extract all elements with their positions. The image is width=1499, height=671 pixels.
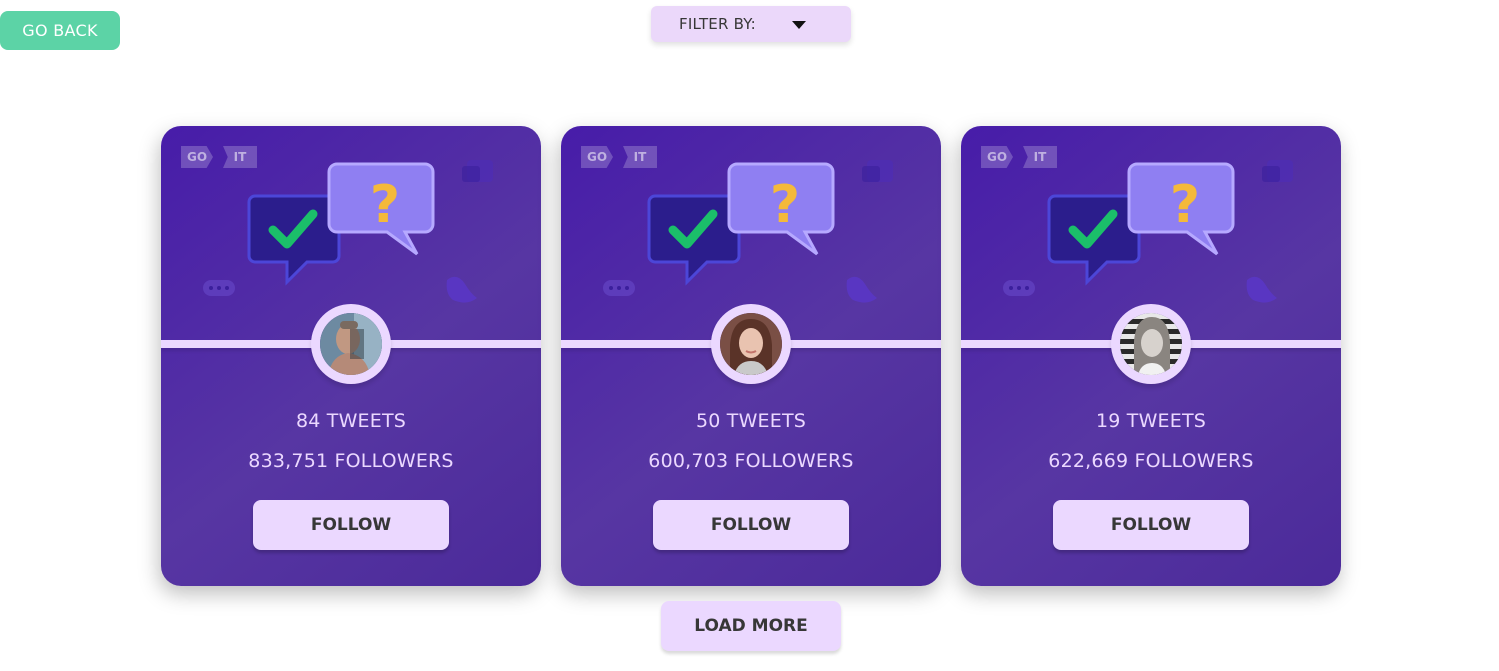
svg-text:?: ?: [1170, 175, 1200, 235]
user-card: GO IT ?: [561, 126, 941, 586]
load-more-button[interactable]: LOAD MORE: [661, 601, 841, 651]
svg-text:?: ?: [370, 175, 400, 235]
filter-dropdown[interactable]: FILTER BY:: [651, 6, 851, 42]
page: GO BACK FILTER BY: GO IT ? 84 TWEETS 833…: [0, 0, 1499, 671]
tweets-count: 19 TWEETS: [1095, 410, 1207, 432]
follow-button[interactable]: FOLLOW: [653, 500, 849, 550]
chat-question-illustration: ?: [203, 160, 493, 303]
go-back-button[interactable]: GO BACK: [0, 11, 120, 50]
chat-question-illustration: ?: [603, 160, 893, 303]
avatar: [311, 304, 391, 384]
tweets-count: 84 TWEETS: [295, 410, 407, 432]
avatar: [711, 304, 791, 384]
follow-button[interactable]: FOLLOW: [253, 500, 449, 550]
woman-bw-portrait-icon: [1120, 313, 1182, 375]
user-card: GO IT ?: [161, 126, 541, 586]
filter-label: FILTER BY:: [679, 15, 756, 33]
svg-text:?: ?: [770, 175, 800, 235]
followers-count: 833,751 FOLLOWERS: [248, 450, 454, 472]
user-card: GO IT ?: [961, 126, 1341, 586]
tweets-count: 50 TWEETS: [695, 410, 807, 432]
followers-count: 600,703 FOLLOWERS: [648, 450, 854, 472]
man-portrait-icon: [320, 313, 382, 375]
follow-button[interactable]: FOLLOW: [1053, 500, 1249, 550]
followers-count: 622,669 FOLLOWERS: [1048, 450, 1254, 472]
chat-question-illustration: ?: [1003, 160, 1293, 303]
caret-down-icon: [792, 21, 806, 29]
woman-portrait-icon: [720, 313, 782, 375]
avatar: [1111, 304, 1191, 384]
